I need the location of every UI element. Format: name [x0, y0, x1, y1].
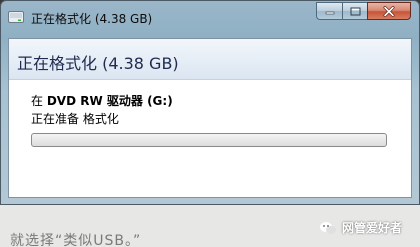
disc-format-icon [8, 9, 24, 23]
minimize-icon [325, 7, 335, 15]
window-title: 正在格式化 (4.38 GB) [31, 12, 153, 26]
minimize-button[interactable] [316, 2, 342, 20]
background-caption: 就选择“类似USB。” [10, 233, 142, 247]
drive-line: 在 DVD RW 驱动器 (G:) [31, 92, 173, 109]
maximize-button[interactable] [342, 2, 367, 20]
caption-buttons [316, 2, 411, 20]
close-button[interactable] [367, 2, 411, 20]
close-icon [383, 5, 395, 17]
maximize-icon [350, 7, 361, 16]
drive-name: DVD RW 驱动器 (G:) [46, 94, 173, 108]
title-bar[interactable]: 正在格式化 (4.38 GB) [1, 1, 419, 31]
watermark-text: 网管爱好者 [341, 221, 402, 235]
dialog-header-title: 正在格式化 (4.38 GB) [17, 54, 179, 73]
drive-prefix: 在 [31, 94, 44, 108]
status-text: 正在准备 格式化 [31, 112, 119, 126]
dialog-client-area: 正在格式化 (4.38 GB) 在 DVD RW 驱动器 (G:) 正在准备 格… [8, 38, 412, 198]
dialog-header: 正在格式化 (4.38 GB) [9, 39, 411, 80]
format-progress-bar [31, 133, 387, 147]
format-dialog-window: 正在格式化 (4.38 GB) 正在格式化 (4.38 GB) 在 DVD RW… [0, 0, 420, 205]
wechat-icon [319, 221, 336, 235]
watermark: 网管爱好者 [319, 219, 402, 236]
